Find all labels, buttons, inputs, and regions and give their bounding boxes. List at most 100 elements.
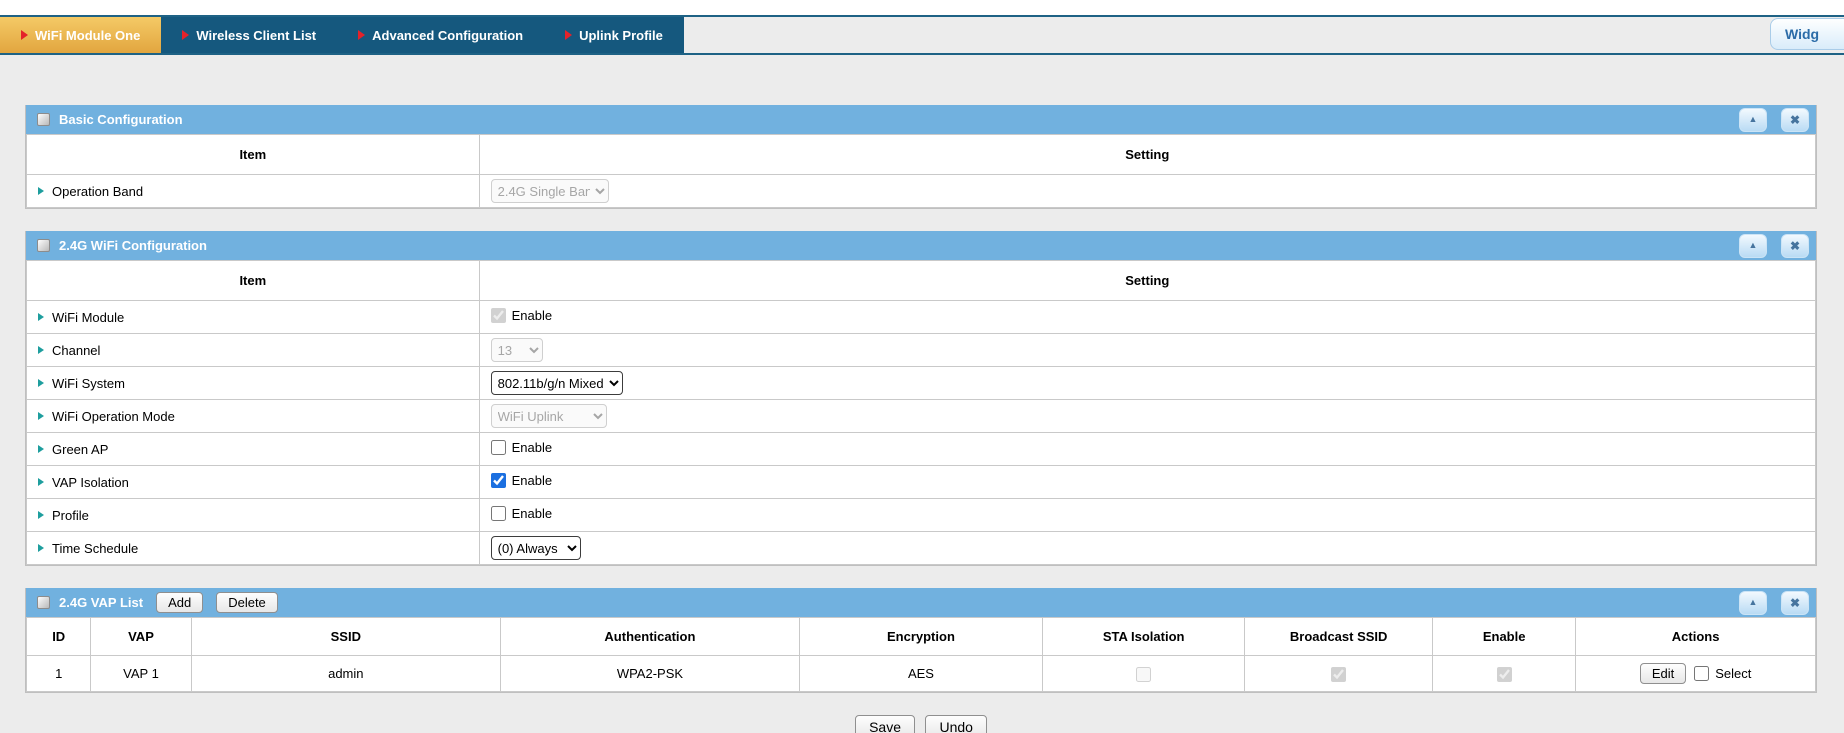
collapse-button[interactable]: ▲: [1739, 234, 1767, 258]
close-icon: ✖: [1790, 240, 1800, 252]
wifi-module-enable-checkbox[interactable]: [491, 308, 506, 323]
item-cell: Profile: [27, 499, 480, 532]
broadcast-ssid-cell: [1245, 656, 1433, 692]
page: WiFi Module One Wireless Client List Adv…: [0, 0, 1844, 733]
delete-button[interactable]: Delete: [216, 592, 278, 613]
setting-cell: 802.11b/g/n Mixed: [479, 367, 1815, 400]
operation-band-select[interactable]: 2.4G Single Band: [491, 179, 609, 203]
tab-wireless-client-list[interactable]: Wireless Client List: [161, 17, 337, 53]
wifi-configuration-table: Item Setting WiFi Module Enable Channel: [26, 260, 1816, 565]
item-label: Profile: [52, 508, 89, 523]
column-header-sta-isolation: STA Isolation: [1043, 618, 1245, 656]
wifi-configuration-header: 2.4G WiFi Configuration ▲ ✖: [26, 231, 1816, 260]
item-cell: VAP Isolation: [27, 466, 480, 499]
item-arrow-icon: [38, 511, 44, 519]
save-button[interactable]: Save: [855, 715, 915, 733]
item-label: WiFi Operation Mode: [52, 409, 175, 424]
collapse-button[interactable]: ▲: [1739, 108, 1767, 132]
item-arrow-icon: [38, 379, 44, 387]
top-white-strip: [0, 0, 1844, 15]
item-label: Green AP: [52, 442, 108, 457]
section-title: 2.4G VAP List: [59, 595, 143, 610]
checkbox-label: Enable: [512, 308, 552, 323]
vap-cell: VAP 1: [91, 656, 191, 692]
item-label: Time Schedule: [52, 541, 138, 556]
sta-isolation-checkbox[interactable]: [1136, 667, 1151, 682]
table-header-row: Item Setting: [27, 261, 1816, 301]
item-arrow-icon: [38, 544, 44, 552]
item-cell: WiFi System: [27, 367, 480, 400]
edit-button[interactable]: Edit: [1640, 663, 1686, 684]
undo-button[interactable]: Undo: [925, 715, 986, 733]
wifi-operation-mode-select[interactable]: WiFi Uplink: [491, 404, 607, 428]
section-title: 2.4G WiFi Configuration: [59, 238, 207, 253]
tab-label: Uplink Profile: [579, 28, 663, 43]
item-label: WiFi System: [52, 376, 125, 391]
tab-advanced-configuration[interactable]: Advanced Configuration: [337, 17, 544, 53]
setting-cell: (0) Always: [479, 532, 1815, 565]
close-button[interactable]: ✖: [1781, 591, 1809, 615]
select-label: Select: [1715, 666, 1751, 681]
time-schedule-select[interactable]: (0) Always: [491, 536, 581, 560]
item-arrow-icon: [38, 187, 44, 195]
table-row: WiFi Module Enable: [27, 301, 1816, 334]
collapse-button[interactable]: ▲: [1739, 591, 1767, 615]
tab-bar: WiFi Module One Wireless Client List Adv…: [0, 17, 1844, 53]
table-row: Channel 13: [27, 334, 1816, 367]
section-vap-list: 2.4G VAP List Add Delete ▲ ✖ ID VAP SSID…: [25, 588, 1817, 693]
column-header-encryption: Encryption: [799, 618, 1042, 656]
enable-cell: [1433, 656, 1576, 692]
tab-uplink-profile[interactable]: Uplink Profile: [544, 17, 684, 53]
column-header-ssid: SSID: [191, 618, 500, 656]
tab-label: Advanced Configuration: [372, 28, 523, 43]
id-cell: 1: [27, 656, 91, 692]
section-basic-configuration: Basic Configuration ▲ ✖ Item Setting Ope…: [25, 105, 1817, 209]
green-ap-enable-checkbox[interactable]: [491, 440, 506, 455]
close-icon: ✖: [1790, 114, 1800, 126]
profile-enable-checkbox[interactable]: [491, 506, 506, 521]
table-header-row: Item Setting: [27, 135, 1816, 175]
section-title: Basic Configuration: [59, 112, 183, 127]
broadcast-ssid-checkbox[interactable]: [1331, 667, 1346, 682]
vap-isolation-enable-checkbox[interactable]: [491, 473, 506, 488]
tab-arrow-icon: [21, 30, 28, 40]
section-wifi-configuration: 2.4G WiFi Configuration ▲ ✖ Item Setting…: [25, 231, 1817, 566]
collapse-icon: ▲: [1749, 598, 1758, 607]
wifi-system-select[interactable]: 802.11b/g/n Mixed: [491, 371, 623, 395]
item-arrow-icon: [38, 313, 44, 321]
item-arrow-icon: [38, 346, 44, 354]
tab-strip: WiFi Module One Wireless Client List Adv…: [0, 17, 684, 53]
column-header-broadcast-ssid: Broadcast SSID: [1245, 618, 1433, 656]
column-header-setting: Setting: [479, 261, 1815, 301]
tab-arrow-icon: [358, 30, 365, 40]
add-button[interactable]: Add: [156, 592, 203, 613]
tab-arrow-icon: [182, 30, 189, 40]
column-header-vap: VAP: [91, 618, 191, 656]
channel-select[interactable]: 13: [491, 338, 543, 362]
tab-wifi-module-one[interactable]: WiFi Module One: [0, 17, 161, 53]
select-row-checkbox[interactable]: [1694, 666, 1709, 681]
column-header-setting: Setting: [479, 135, 1815, 175]
item-cell: Operation Band: [27, 175, 480, 208]
setting-cell: Enable: [479, 466, 1815, 499]
column-header-authentication: Authentication: [501, 618, 800, 656]
enable-checkbox[interactable]: [1497, 667, 1512, 682]
item-arrow-icon: [38, 412, 44, 420]
basic-configuration-table: Item Setting Operation Band 2.4G Single …: [26, 134, 1816, 208]
vap-list-table: ID VAP SSID Authentication Encryption ST…: [26, 617, 1816, 692]
item-arrow-icon: [38, 478, 44, 486]
checkbox-label: Enable: [512, 506, 552, 521]
basic-configuration-header: Basic Configuration ▲ ✖: [26, 105, 1816, 134]
table-header-row: ID VAP SSID Authentication Encryption ST…: [27, 618, 1816, 656]
collapse-icon: ▲: [1749, 241, 1758, 250]
setting-cell: WiFi Uplink: [479, 400, 1815, 433]
item-cell: WiFi Operation Mode: [27, 400, 480, 433]
widget-button[interactable]: Widg: [1770, 18, 1844, 50]
ssid-cell: admin: [191, 656, 500, 692]
main-content: Basic Configuration ▲ ✖ Item Setting Ope…: [25, 105, 1817, 693]
item-label: VAP Isolation: [52, 475, 129, 490]
setting-cell: 13: [479, 334, 1815, 367]
close-button[interactable]: ✖: [1781, 108, 1809, 132]
setting-cell: Enable: [479, 301, 1815, 334]
close-button[interactable]: ✖: [1781, 234, 1809, 258]
